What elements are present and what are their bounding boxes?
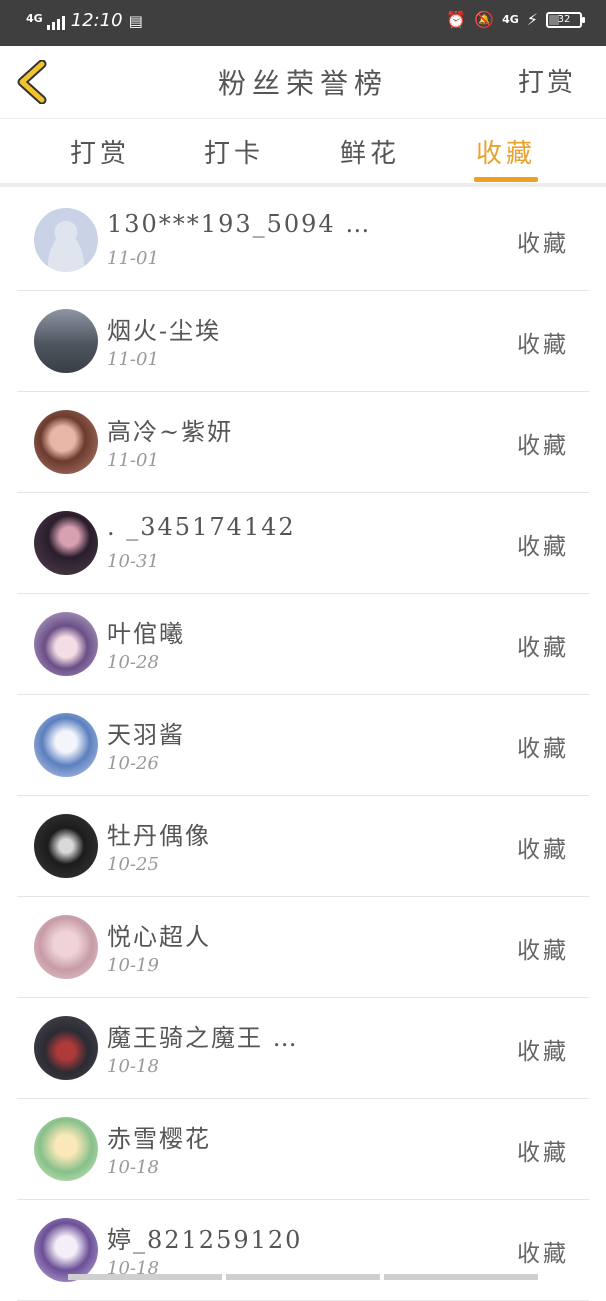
action-type-label: 收藏 bbox=[517, 938, 569, 964]
clock: 12:10 bbox=[70, 10, 123, 31]
battery-level: 32 bbox=[557, 13, 571, 25]
fan-row[interactable]: . _345174142 10-31 收藏 bbox=[17, 493, 589, 594]
fan-date: 11-01 bbox=[107, 349, 159, 370]
fan-row[interactable]: 高冷~紫妍 11-01 收藏 bbox=[17, 392, 589, 493]
avatar[interactable] bbox=[34, 410, 98, 474]
status-bar: 4G 12:10 ▤ ⏰ 🔕 4G ⚡ 32 bbox=[0, 0, 606, 46]
fan-row[interactable]: 赤雪樱花 10-18 收藏 bbox=[17, 1099, 589, 1200]
avatar[interactable] bbox=[34, 208, 98, 272]
network-type-right: 4G bbox=[502, 12, 519, 26]
fan-list: 130***193_5094 … 11-01 收藏 烟火-尘埃 11-01 收藏 高冷~紫妍… bbox=[17, 190, 589, 1301]
fan-row[interactable]: 婷_821259120 10-18 收藏 bbox=[17, 1200, 589, 1301]
action-type-label: 收藏 bbox=[517, 1039, 569, 1065]
fan-date: 10-26 bbox=[107, 753, 159, 774]
tab-bar: 打赏 打卡 鲜花 收藏 bbox=[0, 119, 606, 187]
fan-name: 赤雪樱花 bbox=[107, 1125, 211, 1153]
alarm-icon: ⏰ bbox=[446, 10, 467, 29]
fan-row[interactable]: 悦心超人 10-19 收藏 bbox=[17, 897, 589, 998]
status-left: 4G 12:10 ▤ bbox=[26, 10, 143, 31]
fan-name: 天羽酱 bbox=[107, 721, 185, 749]
action-type-label: 收藏 bbox=[517, 433, 569, 459]
title-bar: 粉丝荣誉榜 打赏 bbox=[0, 46, 606, 119]
avatar[interactable] bbox=[34, 612, 98, 676]
fan-date: 10-18 bbox=[107, 1056, 159, 1077]
fan-name: 悦心超人 bbox=[107, 923, 211, 951]
action-type-label: 收藏 bbox=[517, 332, 569, 358]
tab-checkin[interactable]: 打卡 bbox=[184, 133, 284, 170]
fan-name: 叶倌曦 bbox=[107, 620, 185, 648]
fan-name: 魔王骑之魔王 … bbox=[107, 1024, 299, 1052]
avatar[interactable] bbox=[34, 511, 98, 575]
action-type-label: 收藏 bbox=[517, 837, 569, 863]
fan-row[interactable]: 130***193_5094 … 11-01 收藏 bbox=[17, 190, 589, 291]
fan-date: 10-19 bbox=[107, 955, 159, 976]
action-type-label: 收藏 bbox=[517, 1241, 569, 1267]
fan-row[interactable]: 魔王骑之魔王 … 10-18 收藏 bbox=[17, 998, 589, 1099]
fan-row[interactable]: 牡丹偶像 10-25 收藏 bbox=[17, 796, 589, 897]
action-type-label: 收藏 bbox=[517, 231, 569, 257]
cell-signal-icon: 4G bbox=[26, 12, 65, 30]
fan-date: 11-01 bbox=[107, 450, 159, 471]
tab-flowers[interactable]: 鲜花 bbox=[320, 133, 420, 170]
fan-name: 牡丹偶像 bbox=[107, 822, 211, 850]
network-type-label: 4G bbox=[26, 11, 43, 25]
fan-row[interactable]: 天羽酱 10-26 收藏 bbox=[17, 695, 589, 796]
avatar[interactable] bbox=[34, 713, 98, 777]
status-right: ⏰ 🔕 4G ⚡ 32 bbox=[446, 10, 585, 29]
fan-date: 10-31 bbox=[107, 551, 159, 572]
page-title: 粉丝荣誉榜 bbox=[217, 67, 388, 100]
fan-date: 11-01 bbox=[107, 248, 159, 269]
fan-name: . _345174142 bbox=[107, 513, 296, 541]
action-type-label: 收藏 bbox=[517, 736, 569, 762]
active-tab-indicator bbox=[474, 177, 538, 182]
action-type-label: 收藏 bbox=[517, 1140, 569, 1166]
avatar[interactable] bbox=[34, 1117, 98, 1181]
charging-icon: ⚡ bbox=[526, 10, 538, 29]
fan-name: 烟火-尘埃 bbox=[107, 317, 222, 345]
tab-favorites[interactable]: 收藏 bbox=[456, 133, 556, 170]
reward-button[interactable]: 打赏 bbox=[518, 62, 576, 99]
fan-name: 婷_821259120 bbox=[107, 1226, 303, 1254]
tab-reward[interactable]: 打赏 bbox=[50, 133, 150, 170]
avatar[interactable] bbox=[34, 309, 98, 373]
scroll-indicator bbox=[68, 1274, 538, 1280]
fan-date: 10-25 bbox=[107, 854, 159, 875]
data-saver-icon: ▤ bbox=[128, 11, 143, 30]
avatar[interactable] bbox=[34, 915, 98, 979]
action-type-label: 收藏 bbox=[517, 635, 569, 661]
fan-row[interactable]: 烟火-尘埃 11-01 收藏 bbox=[17, 291, 589, 392]
fan-date: 10-18 bbox=[107, 1157, 159, 1178]
avatar[interactable] bbox=[34, 814, 98, 878]
fan-date: 10-28 bbox=[107, 652, 159, 673]
battery-icon: 32 bbox=[546, 11, 585, 28]
avatar[interactable] bbox=[34, 1016, 98, 1080]
fan-name: 高冷~紫妍 bbox=[107, 418, 234, 446]
action-type-label: 收藏 bbox=[517, 534, 569, 560]
fan-name: 130***193_5094 … bbox=[107, 210, 372, 238]
avatar[interactable] bbox=[34, 1218, 98, 1282]
mute-notification-icon: 🔕 bbox=[474, 10, 495, 29]
fan-row[interactable]: 叶倌曦 10-28 收藏 bbox=[17, 594, 589, 695]
